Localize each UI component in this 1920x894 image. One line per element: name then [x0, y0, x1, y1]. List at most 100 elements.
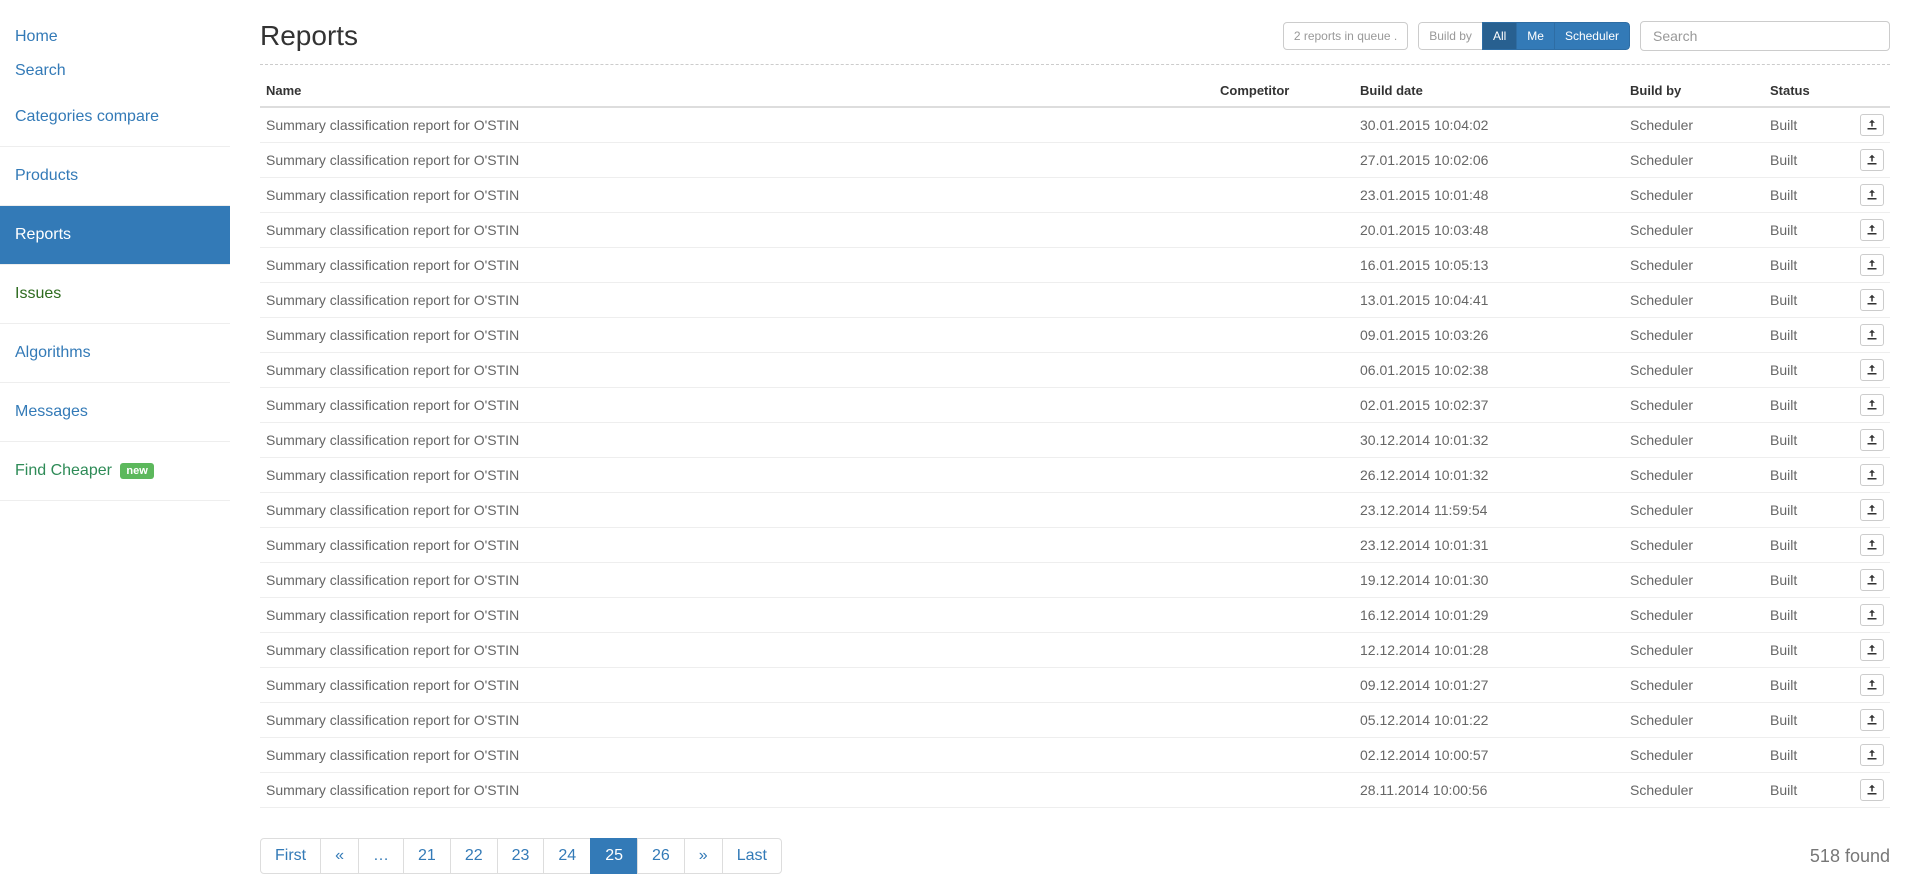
cell-name[interactable]: Summary classification report for O'STIN: [260, 738, 1214, 773]
table-row: Summary classification report for O'STIN…: [260, 598, 1890, 633]
cell-name[interactable]: Summary classification report for O'STIN: [260, 318, 1214, 353]
upload-icon[interactable]: [1860, 499, 1884, 521]
page-link[interactable]: »: [684, 838, 723, 874]
col-name[interactable]: Name: [260, 75, 1214, 107]
page-link[interactable]: …: [358, 838, 404, 874]
upload-icon[interactable]: [1860, 114, 1884, 136]
page-link[interactable]: First: [260, 838, 321, 874]
cell-name[interactable]: Summary classification report for O'STIN: [260, 248, 1214, 283]
cell-build-date: 23.01.2015 10:01:48: [1354, 178, 1624, 213]
cell-status: Built: [1764, 633, 1854, 668]
sidebar-item-home[interactable]: Home: [0, 20, 230, 54]
page-link[interactable]: 23: [497, 838, 545, 874]
upload-icon[interactable]: [1860, 639, 1884, 661]
upload-icon[interactable]: [1860, 324, 1884, 346]
cell-name[interactable]: Summary classification report for O'STIN: [260, 353, 1214, 388]
cell-competitor: [1214, 458, 1354, 493]
cell-name[interactable]: Summary classification report for O'STIN: [260, 107, 1214, 143]
upload-icon[interactable]: [1860, 149, 1884, 171]
cell-build-date: 05.12.2014 10:01:22: [1354, 703, 1624, 738]
cell-build-by: Scheduler: [1624, 528, 1764, 563]
page-link[interactable]: 21: [403, 838, 451, 874]
cell-name[interactable]: Summary classification report for O'STIN: [260, 143, 1214, 178]
upload-icon[interactable]: [1860, 429, 1884, 451]
col-build-by[interactable]: Build by: [1624, 75, 1764, 107]
cell-competitor: [1214, 388, 1354, 423]
col-competitor[interactable]: Competitor: [1214, 75, 1354, 107]
cell-build-by: Scheduler: [1624, 423, 1764, 458]
table-row: Summary classification report for O'STIN…: [260, 633, 1890, 668]
sidebar-item-search[interactable]: Search: [0, 54, 230, 88]
table-row: Summary classification report for O'STIN…: [260, 668, 1890, 703]
upload-icon[interactable]: [1860, 289, 1884, 311]
table-row: Summary classification report for O'STIN…: [260, 493, 1890, 528]
sidebar-item-find-cheaper[interactable]: Find Cheaper new: [0, 442, 230, 500]
page-link[interactable]: 24: [543, 838, 591, 874]
cell-name[interactable]: Summary classification report for O'STIN: [260, 668, 1214, 703]
upload-icon[interactable]: [1860, 464, 1884, 486]
cell-name[interactable]: Summary classification report for O'STIN: [260, 178, 1214, 213]
search-input[interactable]: [1640, 21, 1890, 51]
cell-name[interactable]: Summary classification report for O'STIN: [260, 423, 1214, 458]
queue-status[interactable]: 2 reports in queue .: [1283, 22, 1408, 50]
upload-icon[interactable]: [1860, 779, 1884, 801]
table-row: Summary classification report for O'STIN…: [260, 458, 1890, 493]
sidebar-item-products[interactable]: Products: [0, 147, 230, 205]
filter-me-button[interactable]: Me: [1516, 22, 1555, 50]
upload-icon[interactable]: [1860, 744, 1884, 766]
cell-status: Built: [1764, 143, 1854, 178]
cell-build-date: 28.11.2014 10:00:56: [1354, 773, 1624, 808]
sidebar-item-categories-compare[interactable]: Categories compare: [0, 88, 230, 146]
upload-icon[interactable]: [1860, 359, 1884, 381]
found-count: 518 found: [1810, 846, 1890, 867]
sidebar-item-reports[interactable]: Reports: [0, 206, 230, 264]
cell-name[interactable]: Summary classification report for O'STIN: [260, 598, 1214, 633]
upload-icon[interactable]: [1860, 394, 1884, 416]
upload-icon[interactable]: [1860, 674, 1884, 696]
cell-competitor: [1214, 353, 1354, 388]
table-row: Summary classification report for O'STIN…: [260, 423, 1890, 458]
cell-build-by: Scheduler: [1624, 248, 1764, 283]
upload-icon[interactable]: [1860, 254, 1884, 276]
cell-name[interactable]: Summary classification report for O'STIN: [260, 773, 1214, 808]
col-build-date[interactable]: Build date: [1354, 75, 1624, 107]
page-link[interactable]: Last: [722, 838, 782, 874]
cell-name[interactable]: Summary classification report for O'STIN: [260, 633, 1214, 668]
col-status[interactable]: Status: [1764, 75, 1854, 107]
upload-icon[interactable]: [1860, 604, 1884, 626]
cell-name[interactable]: Summary classification report for O'STIN: [260, 528, 1214, 563]
page-link[interactable]: 22: [450, 838, 498, 874]
table-row: Summary classification report for O'STIN…: [260, 388, 1890, 423]
cell-build-date: 30.12.2014 10:01:32: [1354, 423, 1624, 458]
filter-all-button[interactable]: All: [1482, 22, 1517, 50]
cell-build-date: 30.01.2015 10:04:02: [1354, 107, 1624, 143]
cell-name[interactable]: Summary classification report for O'STIN: [260, 458, 1214, 493]
upload-icon[interactable]: [1860, 534, 1884, 556]
sidebar-item-messages[interactable]: Messages: [0, 383, 230, 441]
cell-name[interactable]: Summary classification report for O'STIN: [260, 283, 1214, 318]
sidebar-item-issues[interactable]: Issues: [0, 265, 230, 323]
upload-icon[interactable]: [1860, 184, 1884, 206]
cell-name[interactable]: Summary classification report for O'STIN: [260, 493, 1214, 528]
cell-build-by: Scheduler: [1624, 213, 1764, 248]
cell-build-date: 06.01.2015 10:02:38: [1354, 353, 1624, 388]
cell-build-date: 26.12.2014 10:01:32: [1354, 458, 1624, 493]
cell-competitor: [1214, 248, 1354, 283]
cell-name[interactable]: Summary classification report for O'STIN: [260, 213, 1214, 248]
cell-name[interactable]: Summary classification report for O'STIN: [260, 563, 1214, 598]
cell-status: Built: [1764, 563, 1854, 598]
cell-status: Built: [1764, 318, 1854, 353]
upload-icon[interactable]: [1860, 569, 1884, 591]
upload-icon[interactable]: [1860, 709, 1884, 731]
cell-status: Built: [1764, 283, 1854, 318]
table-row: Summary classification report for O'STIN…: [260, 107, 1890, 143]
page-link[interactable]: «: [320, 838, 359, 874]
upload-icon[interactable]: [1860, 219, 1884, 241]
page-link[interactable]: 25: [590, 838, 638, 874]
sidebar-item-algorithms[interactable]: Algorithms: [0, 324, 230, 382]
cell-name[interactable]: Summary classification report for O'STIN: [260, 388, 1214, 423]
cell-build-date: 12.12.2014 10:01:28: [1354, 633, 1624, 668]
page-link[interactable]: 26: [637, 838, 685, 874]
cell-name[interactable]: Summary classification report for O'STIN: [260, 703, 1214, 738]
filter-scheduler-button[interactable]: Scheduler: [1554, 22, 1630, 50]
